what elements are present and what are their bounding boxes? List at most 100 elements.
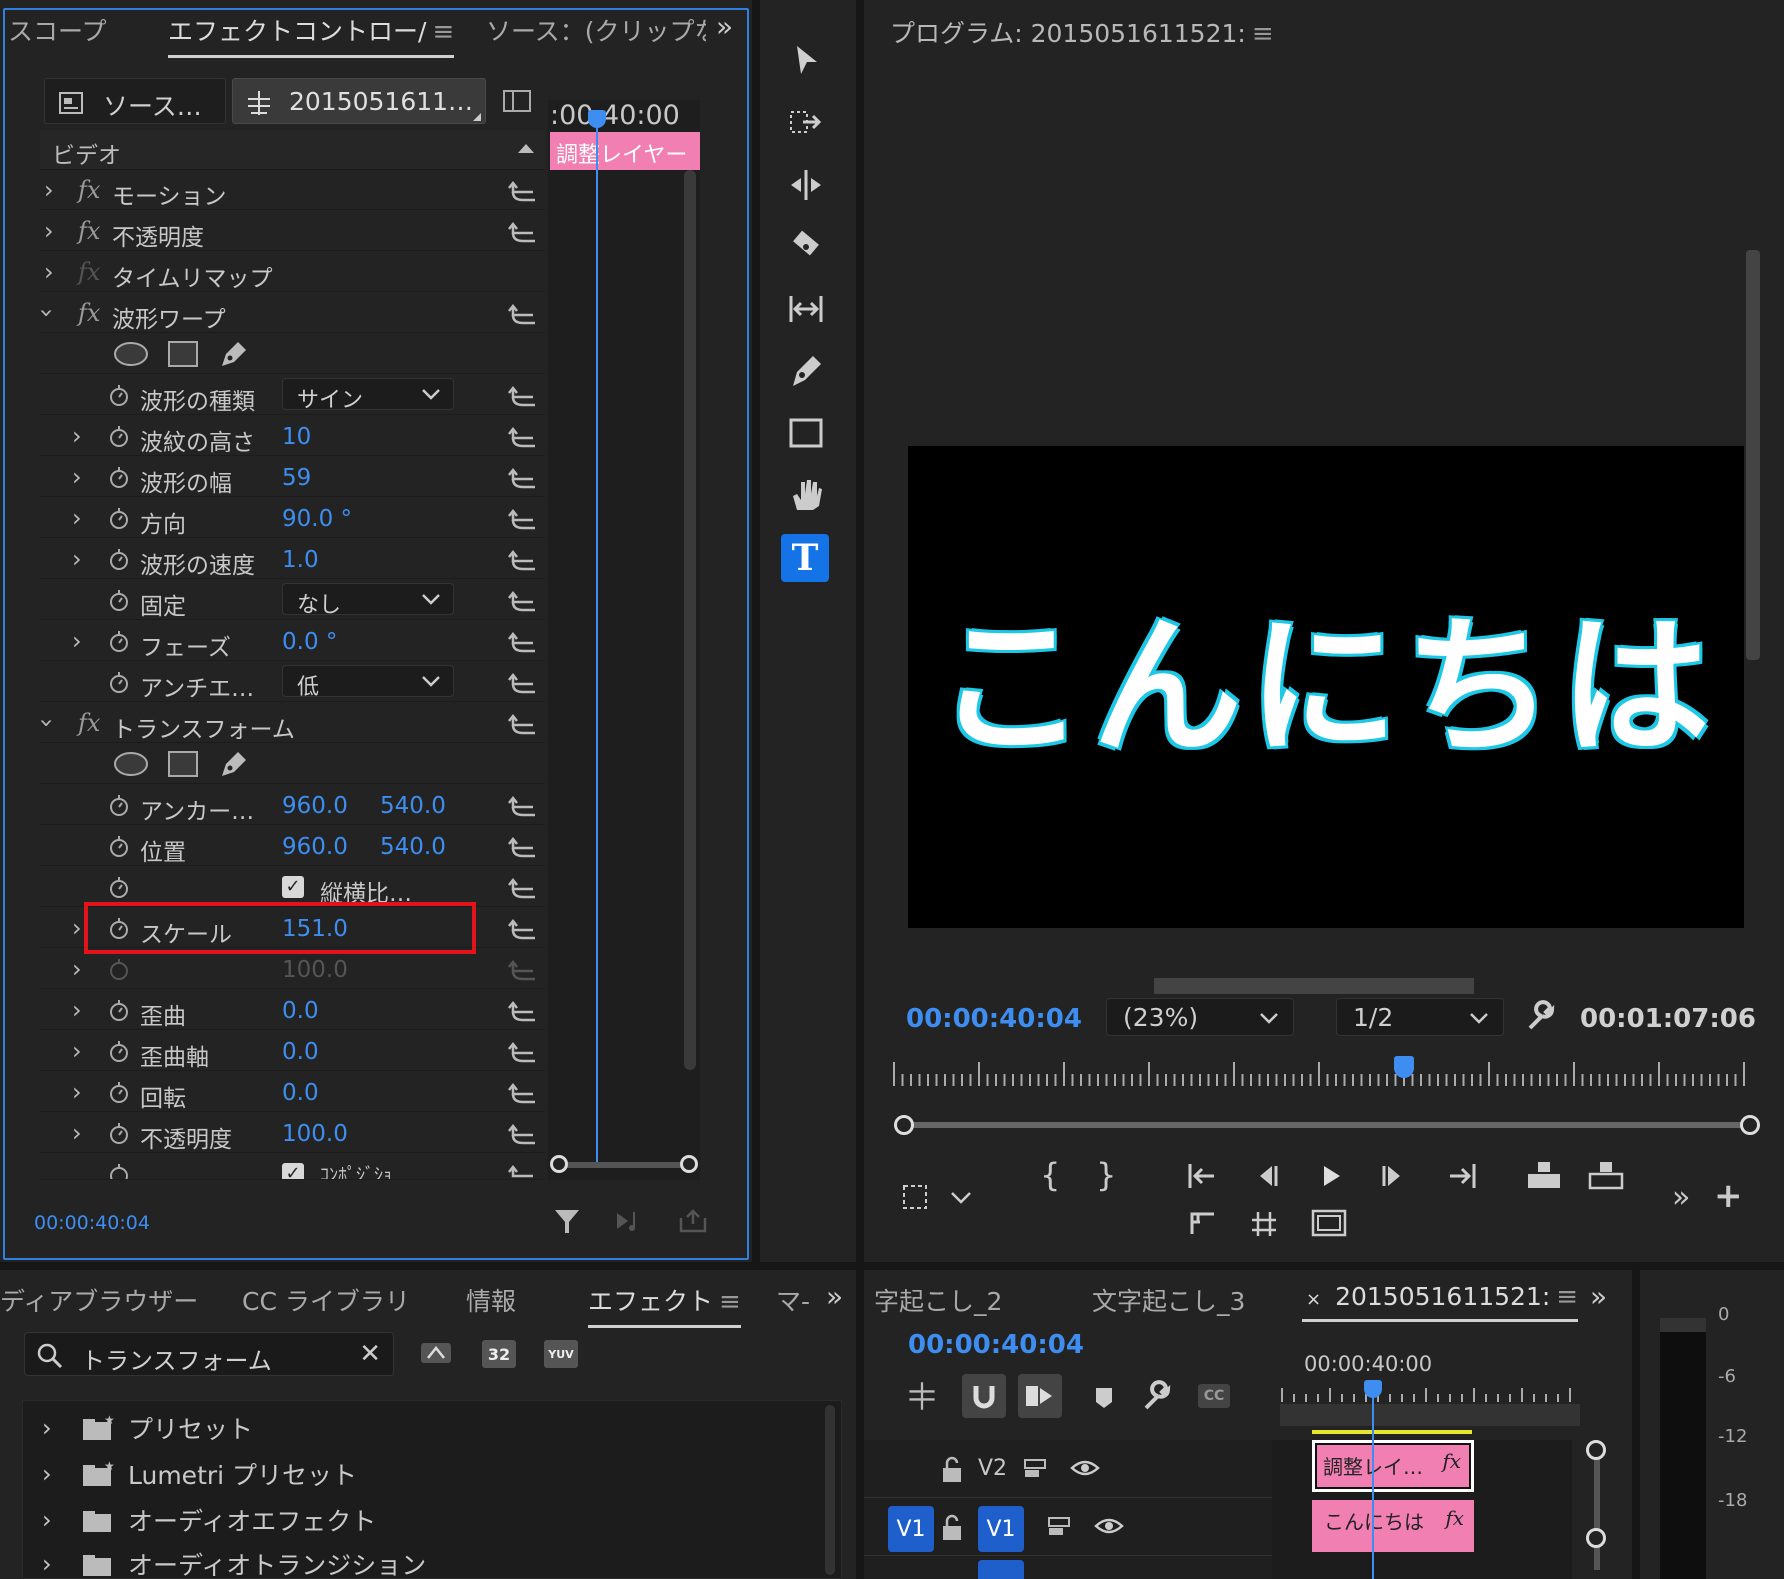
position-y-value[interactable]: 540.0 — [380, 834, 446, 860]
export-icon[interactable] — [678, 1208, 708, 1234]
stopwatch-icon[interactable] — [108, 629, 130, 653]
effects-search-field[interactable]: トランスフォーム ✕ — [24, 1332, 394, 1376]
prop-row-wave-width[interactable]: › 波形の幅 59 — [40, 457, 545, 497]
prop-value[interactable]: 100.0 — [282, 1121, 348, 1147]
tab-effect-controls[interactable]: エフェクトコントロー/≡ — [168, 12, 455, 58]
lock-icon[interactable] — [940, 1514, 964, 1542]
prop-row-position[interactable]: 位置 960.0 540.0 — [40, 826, 545, 866]
collapse-icon[interactable]: › — [33, 308, 61, 318]
zoom-handle-left[interactable] — [550, 1155, 568, 1173]
more-tabs-icon[interactable]: » — [826, 1280, 843, 1313]
expand-icon[interactable]: › — [72, 914, 82, 942]
stopwatch-icon[interactable] — [108, 1162, 130, 1180]
close-tab-icon[interactable]: × — [1306, 1289, 1321, 1310]
snap-toggle[interactable] — [962, 1374, 1006, 1418]
tab-sequence-active[interactable]: × 2015051611521: ≡ — [1302, 1282, 1579, 1322]
mark-in-icon[interactable]: { — [1040, 1156, 1060, 1194]
track-select-tool-icon[interactable] — [785, 102, 827, 144]
expand-icon[interactable]: › — [72, 463, 82, 491]
prop-value[interactable]: 0.0 — [282, 1039, 319, 1065]
track-zoom-bottom-handle[interactable] — [1586, 1528, 1606, 1548]
stopwatch-icon[interactable] — [108, 1121, 130, 1145]
reset-icon[interactable] — [505, 793, 539, 817]
pen-mask-icon[interactable] — [216, 338, 250, 370]
overlay-title-text[interactable]: こんにちは — [908, 566, 1744, 783]
pen-mask-icon[interactable] — [216, 748, 250, 780]
track-zoom-top-handle[interactable] — [1586, 1440, 1606, 1460]
program-timecode[interactable]: 00:00:40:04 — [906, 1004, 1082, 1034]
sync-lock-icon[interactable] — [1046, 1514, 1074, 1538]
stopwatch-icon[interactable] — [108, 383, 130, 407]
pen-tool-icon[interactable] — [785, 350, 827, 392]
sync-lock-icon[interactable] — [1022, 1456, 1050, 1480]
stopwatch-icon[interactable] — [108, 998, 130, 1022]
prop-row-skew-axis[interactable]: › 歪曲軸 0.0 — [40, 1031, 545, 1071]
add-button-icon[interactable]: + — [1714, 1176, 1743, 1216]
reset-icon[interactable] — [505, 219, 539, 243]
expand-icon[interactable]: › — [44, 176, 54, 204]
stopwatch-icon[interactable] — [108, 1039, 130, 1063]
fx-badge-icon[interactable]: fx — [1445, 1506, 1464, 1530]
tab-sequence-3[interactable]: 文字起こし_3 — [1092, 1282, 1245, 1318]
effect-row-transform[interactable]: › fx トランスフォーム — [33, 703, 545, 743]
prop-value[interactable]: 0.0 — [282, 998, 319, 1024]
track-target-v1[interactable]: V1 — [978, 1506, 1024, 1552]
prop-row-pin[interactable]: 固定 なし — [40, 580, 545, 620]
program-zoom-right-handle[interactable] — [1740, 1115, 1760, 1135]
reset-icon[interactable] — [505, 301, 539, 325]
panel-menu-icon[interactable]: ≡ — [432, 17, 454, 47]
prop-value[interactable]: 0.0 — [282, 1080, 319, 1106]
prop-value[interactable]: 1.0 — [282, 547, 319, 573]
prop-row-rotation[interactable]: › 回転 0.0 — [40, 1072, 545, 1112]
fx-icon[interactable]: fx — [78, 176, 100, 204]
nest-sequence-icon[interactable] — [906, 1380, 938, 1412]
ellipse-mask-icon[interactable] — [112, 340, 150, 368]
go-to-in-icon[interactable] — [1184, 1160, 1220, 1192]
prop-row-phase[interactable]: › フェーズ 0.0 ° — [40, 621, 545, 661]
search-input[interactable]: トランスフォーム — [81, 1341, 272, 1376]
toggle-timeline-icon[interactable] — [502, 88, 532, 114]
adjustment-layer-clip[interactable]: 調整レイヤー — [550, 132, 700, 170]
antialias-dropdown[interactable]: 低 — [282, 665, 454, 700]
program-zoom-left-handle[interactable] — [894, 1115, 914, 1135]
tab-media-browser[interactable]: ディアブラウザー — [0, 1282, 198, 1318]
more-tabs-icon[interactable]: » — [1590, 1280, 1607, 1313]
prop-row-wave-height[interactable]: › 波紋の高さ 10 — [40, 416, 545, 456]
expand-icon[interactable]: › — [42, 1550, 80, 1578]
stopwatch-icon[interactable] — [108, 547, 130, 571]
track-zoom-bar[interactable] — [1594, 1450, 1600, 1570]
reset-icon[interactable] — [505, 1039, 539, 1063]
clip-adjustment-layer[interactable]: 調整レイ… fx — [1312, 1440, 1474, 1492]
fx-icon[interactable]: fx — [78, 299, 100, 327]
anchor-x-value[interactable]: 960.0 — [282, 793, 348, 819]
position-x-value[interactable]: 960.0 — [282, 834, 348, 860]
prop-row-wave-type[interactable]: 波形の種類 サイン — [40, 375, 545, 415]
effect-row-motion[interactable]: › fx モーション — [40, 170, 545, 210]
timeline-menu-icon[interactable]: ≡ — [1556, 1282, 1578, 1312]
composite-checkbox[interactable]: ✓ — [282, 1163, 304, 1179]
effect-row-timeremap[interactable]: › fx タイムリマップ — [40, 252, 545, 292]
accelerated-effects-icon[interactable] — [418, 1338, 454, 1368]
program-zoom-bar[interactable] — [904, 1122, 1752, 1128]
stopwatch-icon[interactable] — [108, 793, 130, 817]
expand-icon[interactable]: › — [72, 504, 82, 532]
stopwatch-icon[interactable] — [108, 424, 130, 448]
tab-source[interactable]: ソース：(クリップな — [486, 12, 706, 48]
expand-icon[interactable]: › — [72, 1037, 82, 1065]
grid-icon[interactable] — [1248, 1208, 1282, 1238]
eye-icon[interactable] — [1070, 1456, 1100, 1480]
pin-dropdown[interactable]: なし — [282, 583, 454, 618]
tab-sequence-2[interactable]: 字起こし_2 — [874, 1282, 1002, 1318]
effects-item-lumetri-presets[interactable]: › ★ Lumetri プリセット — [42, 1456, 357, 1492]
effects-item-presets[interactable]: › ★ プリセット — [42, 1410, 253, 1446]
program-menu-icon[interactable]: ≡ — [1252, 19, 1274, 49]
effects-menu-icon[interactable]: ≡ — [719, 1287, 741, 1317]
fx-badge-icon[interactable]: fx — [1442, 1449, 1461, 1473]
reset-icon[interactable] — [505, 588, 539, 612]
tab-effects[interactable]: エフェクト ≡ — [588, 1282, 741, 1328]
prop-row-skew[interactable]: › 歪曲 0.0 — [40, 990, 545, 1030]
comparison-view-icon[interactable] — [1186, 1208, 1220, 1238]
go-to-out-icon[interactable] — [1444, 1160, 1480, 1192]
reset-icon[interactable] — [505, 383, 539, 407]
prop-value[interactable]: 10 — [282, 424, 311, 450]
